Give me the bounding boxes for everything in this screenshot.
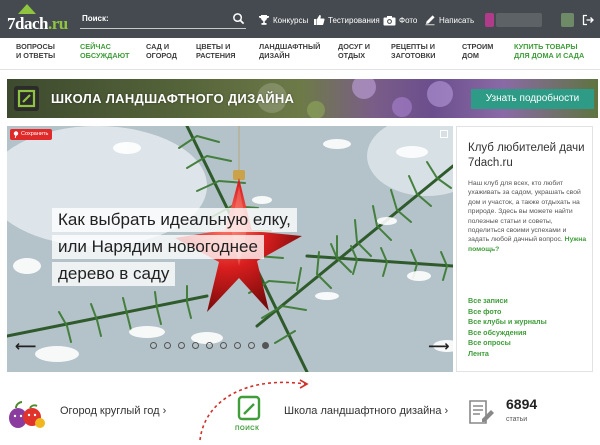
slider-dot[interactable] — [248, 342, 255, 349]
nav-item-discussed-now[interactable]: Сейчас обсуждают — [80, 42, 129, 60]
user-avatar[interactable] — [485, 13, 494, 27]
nav-item-leisure[interactable]: Досуг и отдых — [338, 42, 370, 60]
landscape-school-link[interactable]: Школа ландшафтного дизайна › — [284, 405, 448, 417]
logout-icon[interactable] — [582, 14, 594, 26]
slider-dot[interactable] — [164, 342, 171, 349]
next-slide-arrow-icon[interactable]: ⟶ — [428, 337, 450, 355]
articles-icon — [469, 400, 494, 424]
bottom-row: Огород круглый год › ПОИСК Школа ландшаф… — [0, 378, 600, 445]
banner-title: ШКОЛА ЛАНДШАФТНОГО ДИЗАЙНА — [51, 91, 295, 106]
hero-slider[interactable]: Сохранить Как выбрать идеальную елку, ил… — [7, 126, 453, 372]
nav-item-build-house[interactable]: Строим дом — [462, 42, 493, 60]
pencil-icon — [425, 15, 435, 26]
thumbs-up-icon — [314, 15, 325, 25]
save-label: Сохранить — [21, 131, 49, 137]
slider-dot[interactable] — [262, 342, 269, 349]
caption-line: Как выбрать идеальную елку, — [52, 208, 297, 232]
write-label: Написать — [439, 15, 475, 25]
school-logo-icon — [14, 86, 39, 111]
caption-line: или Нарядим новогоднее — [52, 235, 264, 259]
logo-roof-icon — [18, 4, 36, 14]
slider-dots — [150, 342, 269, 349]
fruit-vegetables-icon — [9, 401, 45, 428]
all-photos-link[interactable]: Все фото — [468, 307, 547, 318]
club-description: Наш клуб для всех, кто любит ухаживать з… — [468, 180, 587, 253]
poisk-label: ПОИСК — [235, 425, 260, 432]
poisk-logo-icon[interactable]: ПОИСК — [233, 394, 265, 436]
learn-more-button[interactable]: Узнать подробности — [471, 89, 594, 109]
prev-slide-arrow-icon[interactable]: ⟵ — [15, 337, 37, 355]
slider-dot[interactable] — [150, 342, 157, 349]
slide-caption[interactable]: Как выбрать идеальную елку, или Нарядим … — [52, 208, 372, 289]
nav-item-questions[interactable]: Вопросы и ответы — [16, 42, 55, 60]
all-polls-link[interactable]: Все опросы — [468, 338, 547, 349]
photo-label: Фото — [399, 15, 418, 25]
nav-item-landscape-design[interactable]: Ландшафтный дизайн — [259, 42, 320, 60]
slider-dot[interactable] — [178, 342, 185, 349]
articles-count: 6894 — [506, 396, 538, 412]
pin-icon — [13, 131, 19, 138]
club-info-panel: Клуб любителей дачи 7dach.ru Наш клуб для… — [456, 126, 593, 372]
main-nav: Вопросы и ответы Сейчас обсуждают Сад и ого… — [0, 38, 600, 70]
search-input[interactable] — [112, 12, 230, 26]
club-links: Все записи Все фото Все клубы и журналы … — [468, 296, 547, 360]
articles-count-label: статьи — [506, 416, 528, 423]
notification-indicator[interactable] — [561, 13, 574, 27]
search-icon[interactable] — [232, 12, 245, 25]
club-title: Клуб любителей дачи 7dach.ru — [468, 142, 585, 169]
photo-link[interactable]: Фото — [383, 12, 417, 28]
fullscreen-icon[interactable] — [440, 130, 448, 138]
write-link[interactable]: Написать — [424, 12, 474, 28]
tests-link[interactable]: Тестирования — [313, 12, 380, 28]
logo-suffix: .ru — [47, 14, 68, 33]
search-label: Поиск: — [82, 14, 109, 23]
all-posts-link[interactable]: Все записи — [468, 296, 547, 307]
garden-year-round-link[interactable]: Огород круглый год › — [60, 405, 166, 417]
nav-item-recipes[interactable]: Рецепты и заготовки — [391, 42, 435, 60]
caption-line: дерево в саду — [52, 262, 176, 286]
nav-item-shop[interactable]: Купить товары для дома и сада — [514, 42, 584, 60]
top-bar: 7dach.ru Поиск: Конкурсы Тестирования Фо… — [0, 0, 600, 38]
tests-label: Тестирования — [328, 15, 380, 25]
nav-item-garden[interactable]: Сад и огород — [146, 42, 177, 60]
contests-link[interactable]: Конкурсы — [258, 12, 308, 28]
slider-dot[interactable] — [234, 342, 241, 349]
user-name[interactable] — [496, 13, 542, 27]
search-box: Поиск: — [80, 11, 246, 29]
slider-dot[interactable] — [206, 342, 213, 349]
camera-icon — [383, 15, 396, 25]
feed-link[interactable]: Лента — [468, 349, 547, 360]
save-pin-button[interactable]: Сохранить — [10, 129, 53, 140]
slider-dot[interactable] — [192, 342, 199, 349]
landscape-school-banner[interactable]: ШКОЛА ЛАНДШАФТНОГО ДИЗАЙНА Узнать подроб… — [7, 79, 598, 118]
site-logo[interactable]: 7dach.ru — [6, 4, 70, 34]
nav-item-flowers[interactable]: Цветы и растения — [196, 42, 235, 60]
logo-text: 7dach — [7, 14, 48, 33]
slider-dot[interactable] — [220, 342, 227, 349]
trophy-icon — [259, 15, 269, 25]
contests-label: Конкурсы — [273, 15, 309, 25]
all-discussions-link[interactable]: Все обсуждения — [468, 328, 547, 339]
all-clubs-link[interactable]: Все клубы и журналы — [468, 317, 547, 328]
